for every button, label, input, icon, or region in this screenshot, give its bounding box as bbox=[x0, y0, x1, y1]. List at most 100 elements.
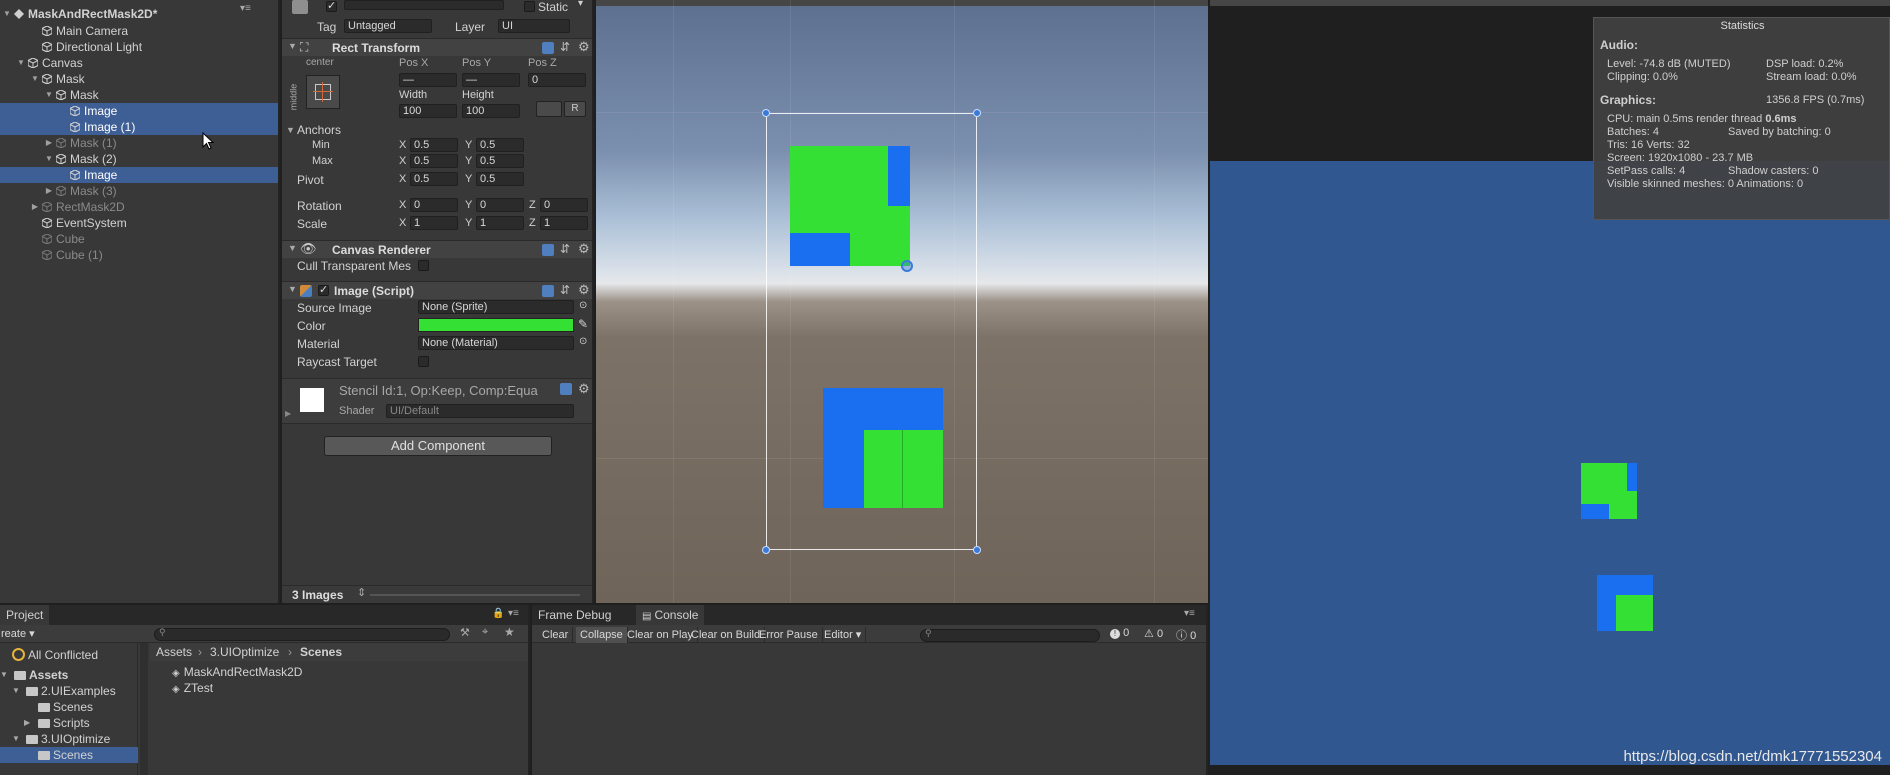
canvas-renderer-header[interactable]: ▼ 👁 Canvas Renderer ⇵ ⚙ bbox=[282, 240, 592, 258]
project-folder-item[interactable]: ▼ Assets bbox=[0, 667, 138, 683]
help-icon[interactable] bbox=[542, 42, 554, 54]
material-field[interactable]: None (Material) bbox=[418, 336, 574, 350]
height-field[interactable]: 100 bbox=[462, 104, 520, 118]
selection-rect-outline[interactable] bbox=[766, 113, 977, 550]
hierarchy-item[interactable]: Cube bbox=[0, 231, 278, 247]
preview-resize-handle[interactable] bbox=[370, 594, 580, 596]
eyedropper-icon[interactable]: ✎ bbox=[578, 317, 588, 331]
filter-type-icon[interactable]: ⚒ bbox=[460, 626, 470, 639]
error-count-toggle[interactable]: ! 0 bbox=[1110, 627, 1129, 639]
warning-count-toggle[interactable]: ⚠ 0 bbox=[1144, 627, 1163, 640]
static-checkbox[interactable] bbox=[524, 1, 535, 12]
breadcrumb-item[interactable]: 3.UIOptimize bbox=[210, 644, 279, 660]
gear-icon[interactable]: ⚙ bbox=[578, 241, 590, 257]
anchor-max-x-field[interactable]: 0.5 bbox=[410, 154, 458, 168]
preview-dropdown-icon[interactable]: ⇕ bbox=[357, 586, 366, 599]
object-name-field[interactable] bbox=[344, 0, 504, 10]
pivot-y-field[interactable]: 0.5 bbox=[476, 172, 524, 186]
hierarchy-item[interactable]: Cube (1) bbox=[0, 247, 278, 263]
active-checkbox[interactable] bbox=[326, 0, 337, 12]
project-search-input[interactable]: ⚲ bbox=[154, 627, 450, 641]
project-folder-item[interactable]: Scenes bbox=[0, 747, 138, 763]
layer-dropdown[interactable]: UI bbox=[498, 19, 570, 33]
game-view[interactable]: Statistics Audio: Level: -74.8 dB (MUTED… bbox=[1210, 0, 1890, 775]
anchor-preset-button[interactable] bbox=[306, 75, 340, 109]
hierarchy-item[interactable]: ▼ Mask bbox=[0, 87, 278, 103]
collapse-arrow-icon[interactable]: ▶ bbox=[44, 135, 54, 151]
rotation-z-field[interactable]: 0 bbox=[540, 198, 588, 212]
console-search-input[interactable]: ⚲ bbox=[920, 628, 1100, 642]
scale-z-field[interactable]: 1 bbox=[540, 216, 588, 230]
help-icon[interactable] bbox=[542, 285, 554, 297]
all-conflicted-item[interactable]: All Conflicted bbox=[28, 647, 98, 663]
hierarchy-item[interactable]: ▶ RectMask2D bbox=[0, 199, 278, 215]
anchors-foldout-icon[interactable]: ▼ bbox=[286, 125, 295, 135]
console-button[interactable]: Clear bbox=[538, 627, 574, 643]
tab-frame-debug[interactable]: Frame Debug bbox=[532, 605, 617, 625]
hierarchy-item[interactable]: Main Camera bbox=[0, 23, 278, 39]
anchor-max-y-field[interactable]: 0.5 bbox=[476, 154, 524, 168]
breadcrumb-item[interactable]: Assets bbox=[156, 644, 192, 660]
foldout-arrow-icon[interactable]: ▼ bbox=[288, 243, 297, 253]
hierarchy-item[interactable]: Image bbox=[0, 103, 278, 119]
hierarchy-scene-root[interactable]: ▼ MaskAndRectMask2D* bbox=[0, 6, 278, 22]
help-icon[interactable] bbox=[542, 244, 554, 256]
raycast-target-checkbox[interactable] bbox=[418, 356, 429, 367]
panel-menu-icon[interactable]: ▾≡ bbox=[1184, 608, 1195, 619]
expand-arrow-icon[interactable]: ▼ bbox=[16, 55, 26, 71]
hierarchy-item[interactable]: ▼ Mask (2) bbox=[0, 151, 278, 167]
collapse-arrow-icon[interactable]: ▶ bbox=[24, 715, 30, 731]
expand-arrow-icon[interactable]: ▼ bbox=[44, 87, 54, 103]
hierarchy-item[interactable]: ▶ Mask (3) bbox=[0, 183, 278, 199]
create-dropdown[interactable]: reate ▾ bbox=[1, 627, 35, 640]
gear-icon[interactable]: ⚙ bbox=[578, 39, 590, 55]
tag-dropdown[interactable]: Untagged bbox=[344, 19, 432, 33]
cull-transparent-checkbox[interactable] bbox=[418, 260, 429, 271]
pos-x-field[interactable]: — bbox=[399, 73, 457, 87]
collapse-arrow-icon[interactable]: ▶ bbox=[30, 199, 40, 215]
panel-menu-icon[interactable]: ▾≡ bbox=[508, 608, 519, 619]
hierarchy-item[interactable]: Image (1) bbox=[0, 119, 278, 135]
foldout-arrow-icon[interactable]: ▶ bbox=[285, 409, 291, 418]
pos-y-field[interactable]: — bbox=[462, 73, 520, 87]
object-picker-icon[interactable]: ⊙ bbox=[579, 300, 587, 311]
expand-arrow-icon[interactable]: ▼ bbox=[12, 683, 20, 699]
tab-project[interactable]: Project bbox=[0, 605, 50, 625]
console-button[interactable]: Clear on Build bbox=[687, 627, 766, 643]
presets-icon[interactable]: ⇵ bbox=[560, 242, 570, 256]
tab-console[interactable]: ▤ Console bbox=[636, 605, 705, 625]
project-folder-item[interactable]: ▼ 3.UIOptimize bbox=[0, 731, 138, 747]
gear-icon[interactable]: ⚙ bbox=[578, 381, 590, 397]
filter-label-icon[interactable]: ⌖ bbox=[482, 626, 488, 639]
pivot-x-field[interactable]: 0.5 bbox=[410, 172, 458, 186]
scale-y-field[interactable]: 1 bbox=[476, 216, 524, 230]
game-canvas[interactable] bbox=[1210, 161, 1890, 765]
help-icon[interactable] bbox=[560, 383, 572, 395]
hierarchy-item[interactable]: ▼ Canvas bbox=[0, 55, 278, 71]
expand-arrow-icon[interactable]: ▼ bbox=[0, 667, 8, 683]
breadcrumb-item[interactable]: Scenes bbox=[300, 644, 342, 660]
scene-view[interactable] bbox=[596, 0, 1208, 603]
project-folder-item[interactable]: Scenes bbox=[0, 699, 138, 715]
console-button[interactable]: Editor ▾ bbox=[820, 627, 867, 643]
add-component-button[interactable]: Add Component bbox=[324, 436, 552, 456]
color-field[interactable] bbox=[418, 318, 574, 332]
project-folder-item[interactable]: ▼ 2.UIExamples bbox=[0, 683, 138, 699]
foldout-arrow-icon[interactable]: ▼ bbox=[288, 41, 297, 51]
expand-arrow-icon[interactable]: ▼ bbox=[30, 71, 40, 87]
rect-transform-header[interactable]: ▼ ⛶ Rect Transform ⇵ ⚙ bbox=[282, 38, 592, 56]
lock-icon[interactable]: 🔒 bbox=[492, 608, 504, 619]
hierarchy-item[interactable]: Image bbox=[0, 167, 278, 183]
width-field[interactable]: 100 bbox=[399, 104, 457, 118]
scene-file-item[interactable]: ◈ ZTest bbox=[172, 680, 213, 696]
rect-handle-top-right[interactable] bbox=[973, 109, 981, 117]
console-button[interactable]: Collapse bbox=[576, 627, 628, 643]
scene-file-item[interactable]: ◈ MaskAndRectMask2D bbox=[172, 664, 302, 680]
gear-icon[interactable]: ⚙ bbox=[578, 282, 590, 298]
expand-arrow-icon[interactable]: ▼ bbox=[12, 731, 20, 747]
expand-arrow-icon[interactable]: ▼ bbox=[44, 151, 54, 167]
raw-edit-button[interactable]: R bbox=[564, 101, 586, 117]
hierarchy-item[interactable]: Directional Light bbox=[0, 39, 278, 55]
pos-z-field[interactable]: 0 bbox=[528, 73, 586, 87]
hierarchy-item[interactable]: EventSystem bbox=[0, 215, 278, 231]
